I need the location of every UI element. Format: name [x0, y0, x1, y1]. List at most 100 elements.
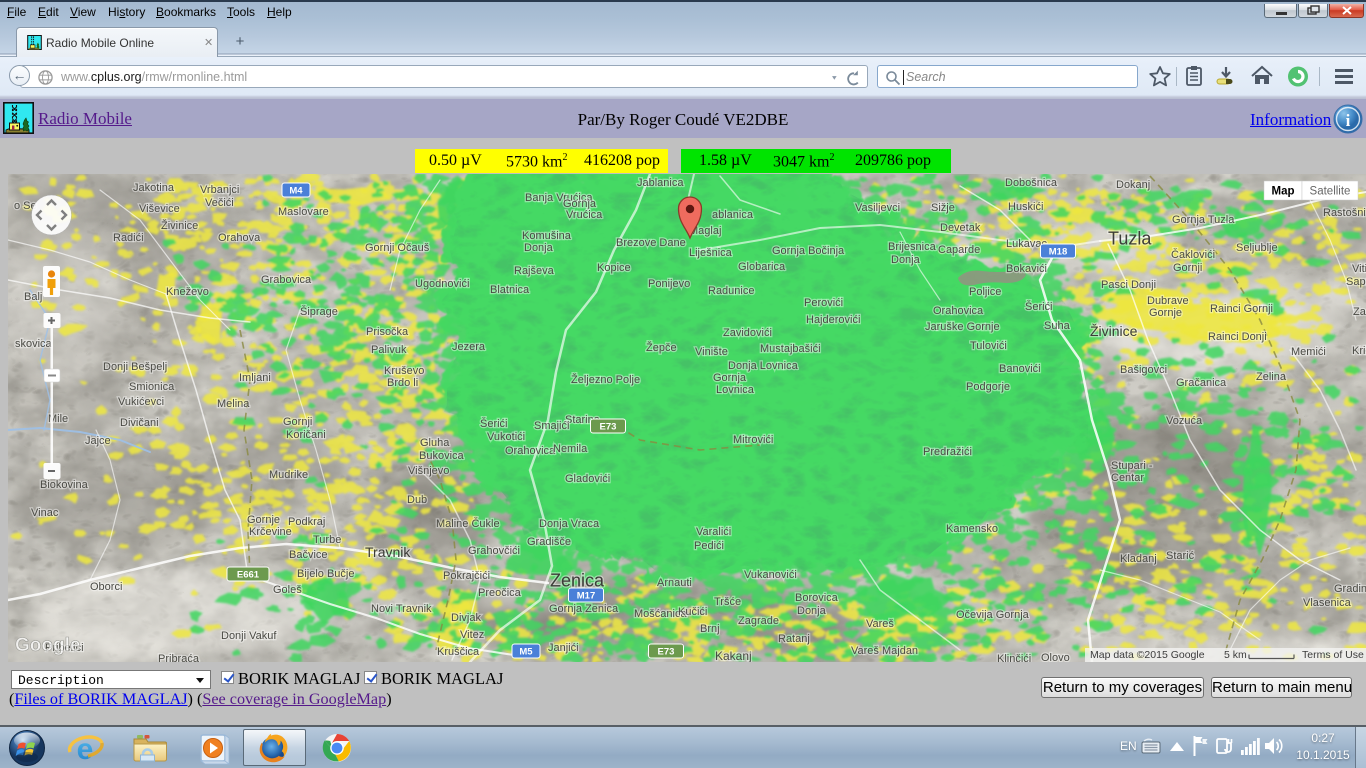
svg-text:Prisočka: Prisočka — [366, 326, 409, 338]
svg-text:Zase: Zase — [1353, 306, 1366, 318]
svg-text:Sižje: Sižje — [931, 202, 955, 214]
svg-text:Dubrave: Dubrave — [1147, 295, 1189, 307]
svg-text:Tuzla: Tuzla — [1108, 228, 1152, 248]
svg-text:Gračanica: Gračanica — [1176, 377, 1227, 389]
svg-text:Liješnica: Liješnica — [689, 247, 733, 259]
svg-text:Grabovica: Grabovica — [261, 274, 312, 286]
svg-text:Centar: Centar — [1111, 472, 1144, 484]
svg-text:Dokanj: Dokanj — [1116, 179, 1150, 191]
svg-text:Vitez: Vitez — [460, 629, 484, 641]
svg-text:Podkraj: Podkraj — [288, 516, 325, 528]
svg-text:Bukovica: Bukovica — [419, 450, 465, 462]
svg-text:Donja: Donja — [891, 254, 921, 266]
svg-text:Jablanica: Jablanica — [637, 177, 684, 189]
svg-text:Vareš Majdan: Vareš Majdan — [851, 645, 918, 657]
svg-text:Rajševa: Rajševa — [514, 265, 555, 277]
svg-text:Koričani: Koričani — [286, 429, 326, 441]
svg-text:Brijesnica: Brijesnica — [888, 241, 937, 253]
svg-text:Stupari -: Stupari - — [1111, 460, 1153, 472]
svg-text:E73: E73 — [658, 647, 675, 658]
svg-text:Radunice: Radunice — [708, 285, 754, 297]
svg-text:Rainci Gornji: Rainci Gornji — [1210, 303, 1273, 315]
svg-text:Kruščica: Kruščica — [437, 646, 480, 658]
svg-text:Banovići: Banovići — [999, 363, 1041, 375]
svg-text:Vukotići: Vukotići — [487, 431, 525, 443]
svg-text:Turbe: Turbe — [313, 534, 341, 546]
svg-text:M5: M5 — [519, 647, 533, 658]
svg-text:Kamensko: Kamensko — [946, 523, 998, 535]
svg-text:Novi Travnik: Novi Travnik — [371, 603, 432, 615]
svg-text:Starić: Starić — [1166, 550, 1195, 562]
svg-text:Klinčići: Klinčići — [997, 653, 1031, 662]
svg-text:Seljublje: Seljublje — [1236, 242, 1278, 254]
svg-text:Bačvice: Bačvice — [289, 549, 328, 561]
svg-text:Nemila: Nemila — [553, 443, 588, 455]
svg-text:Vrbanjci: Vrbanjci — [200, 184, 239, 196]
svg-text:Vinac: Vinac — [31, 507, 59, 519]
svg-text:Gornja Tuzla: Gornja Tuzla — [1172, 214, 1235, 226]
svg-text:Jaruške Gornje: Jaruške Gornje — [925, 321, 1000, 333]
svg-text:Gradišče: Gradišče — [527, 536, 571, 548]
svg-text:Gornji: Gornji — [283, 416, 312, 428]
svg-text:Biokovina: Biokovina — [40, 479, 89, 491]
svg-text:Zenica: Zenica — [550, 570, 605, 590]
svg-text:Dobošnica: Dobošnica — [1005, 177, 1058, 189]
svg-text:Šiprage: Šiprage — [300, 305, 338, 318]
svg-text:Smajići: Smajići — [534, 420, 569, 432]
svg-text:Šerići: Šerići — [480, 417, 508, 430]
svg-text:Očevija Gornja: Očevija Gornja — [956, 609, 1030, 621]
svg-text:Google: Google — [15, 635, 80, 656]
svg-text:Kučići: Kučići — [678, 606, 707, 618]
svg-text:Vozuća: Vozuća — [1166, 415, 1203, 427]
svg-text:Živinice: Živinice — [161, 219, 198, 232]
svg-text:Memići: Memići — [1291, 346, 1326, 358]
svg-text:Jajce: Jajce — [85, 435, 111, 447]
svg-text:skovica: skovica — [15, 338, 53, 350]
svg-text:Zavidovići: Zavidovići — [723, 327, 772, 339]
svg-text:M18: M18 — [1049, 247, 1067, 258]
svg-text:Huskići: Huskići — [1008, 201, 1043, 213]
svg-text:Gornje: Gornje — [247, 514, 280, 526]
svg-text:Smionica: Smionica — [129, 381, 175, 393]
svg-text:Donja Lovnica: Donja Lovnica — [728, 360, 799, 372]
svg-text:Vukanovići: Vukanovići — [744, 569, 797, 581]
svg-text:Donji Bešpelj: Donji Bešpelj — [103, 361, 167, 373]
svg-text:Melina: Melina — [217, 398, 250, 410]
svg-text:Donja Vraca: Donja Vraca — [539, 518, 600, 530]
svg-text:Kneževo: Kneževo — [166, 286, 209, 298]
svg-text:Map: Map — [1272, 186, 1295, 198]
svg-text:i: i — [1346, 111, 1351, 130]
svg-text:Janjići: Janjići — [548, 642, 579, 654]
svg-text:Jakotina: Jakotina — [133, 182, 175, 194]
svg-text:Devetak: Devetak — [940, 222, 981, 234]
svg-text:Orahovica: Orahovica — [933, 305, 984, 317]
svg-text:Globarica: Globarica — [738, 261, 786, 273]
svg-text:Caparde: Caparde — [938, 244, 980, 256]
svg-text:Satellite: Satellite — [1310, 186, 1351, 198]
svg-text:Tulovići: Tulovići — [970, 340, 1007, 352]
svg-text:Goleš: Goleš — [273, 584, 302, 596]
svg-text:Donja: Donja — [797, 605, 827, 617]
svg-text:M17: M17 — [577, 591, 595, 602]
svg-text:Grahovčići: Grahovčići — [468, 545, 520, 557]
svg-text:Pribraća: Pribraća — [158, 653, 200, 662]
svg-text:Balj: Balj — [24, 291, 42, 303]
svg-text:Gradina: Gradina — [1334, 583, 1366, 595]
svg-text:Mitrovići: Mitrovići — [733, 434, 773, 446]
svg-text:Orahovica: Orahovica — [505, 445, 556, 457]
svg-text:Borovica: Borovica — [795, 592, 839, 604]
svg-text:Krčevine: Krčevine — [249, 526, 292, 538]
svg-text:Večići: Večići — [205, 197, 234, 209]
svg-text:Bokavići: Bokavići — [1006, 263, 1047, 275]
svg-text:E661: E661 — [237, 570, 260, 581]
svg-text:Šerići: Šerići — [1025, 300, 1053, 313]
svg-text:Donja: Donja — [524, 242, 554, 254]
svg-text:Dub: Dub — [407, 494, 427, 506]
svg-text:Sapna: Sapna — [1346, 276, 1366, 288]
svg-text:Map data ©2015 Google: Map data ©2015 Google — [1090, 649, 1205, 661]
svg-text:Vinište: Vinište — [695, 346, 728, 358]
svg-text:Blatnica: Blatnica — [490, 284, 530, 296]
svg-text:Vrućica: Vrućica — [566, 209, 603, 221]
svg-text:Suha: Suha — [1044, 320, 1071, 332]
svg-text:Vareš: Vareš — [866, 618, 894, 630]
